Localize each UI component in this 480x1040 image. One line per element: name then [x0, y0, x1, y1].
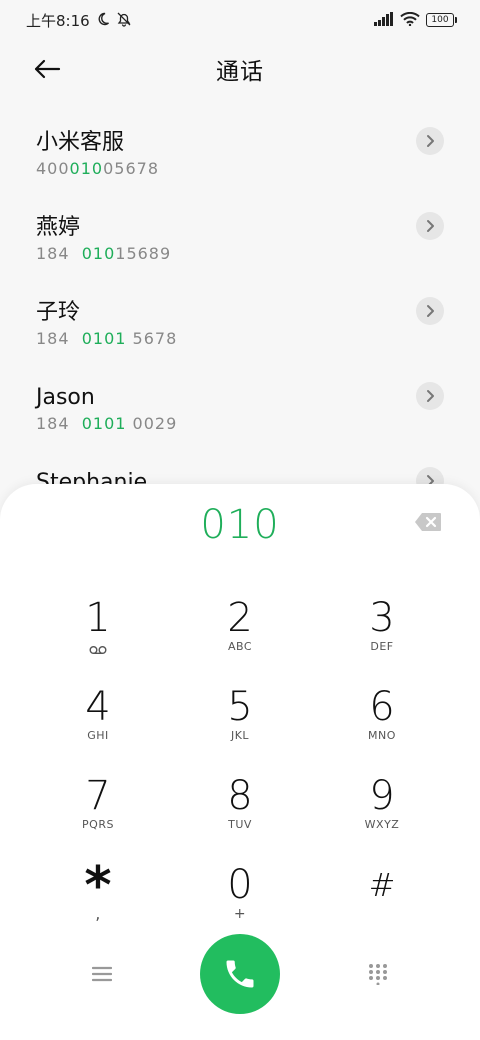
- number-match: 010: [81, 244, 116, 263]
- key-4[interactable]: 4 GHI: [27, 679, 169, 768]
- key-letters: GHI: [87, 729, 109, 742]
- key-digit: 6: [369, 684, 395, 730]
- phone-icon: [226, 960, 254, 988]
- contact-item[interactable]: Jason 184 0101 0029: [0, 367, 480, 452]
- key-3[interactable]: 3 DEF: [311, 590, 453, 679]
- key-5[interactable]: 5 JKL: [169, 679, 311, 768]
- keypad-toggle-button[interactable]: [362, 958, 394, 990]
- number-prefix: 184: [36, 244, 82, 263]
- contact-list: 小米客服 40001005678 燕婷 184 01015689 子玲 184 …: [0, 112, 480, 537]
- contact-detail-button[interactable]: [416, 297, 444, 325]
- contact-number: 184 0101 5678: [36, 328, 444, 350]
- contact-detail-button[interactable]: [416, 127, 444, 155]
- key-9[interactable]: 9 WXYZ: [311, 768, 453, 857]
- menu-icon: [92, 966, 112, 982]
- number-prefix: 184: [36, 414, 82, 433]
- key-7[interactable]: 7 PQRS: [27, 768, 169, 857]
- key-digit: 0: [227, 862, 253, 908]
- key-1[interactable]: 1: [27, 590, 169, 679]
- key-digit: 5: [227, 684, 253, 730]
- status-bar: 上午8:16 100: [0, 0, 480, 40]
- key-digit: 8: [227, 773, 253, 819]
- key-digit: 4: [85, 684, 111, 730]
- chevron-right-icon: [427, 220, 434, 232]
- alarm-off-icon: [116, 11, 132, 30]
- key-letters: +: [233, 906, 247, 922]
- key-letters: PQRS: [82, 818, 114, 831]
- key-0[interactable]: 0 +: [169, 857, 311, 946]
- dialpad-icon: [369, 964, 387, 985]
- key-digit: *: [84, 856, 112, 916]
- key-letters: ABC: [227, 640, 253, 653]
- voicemail-icon: [89, 640, 107, 659]
- dialed-number: 010: [200, 502, 280, 548]
- key-digit: 9: [369, 773, 395, 819]
- contact-item[interactable]: 燕婷 184 01015689: [0, 197, 480, 282]
- number-prefix: 184: [36, 329, 82, 348]
- status-time: 上午8:16: [26, 11, 90, 30]
- contact-number: 184 0101 0029: [36, 413, 444, 435]
- backspace-icon: [415, 513, 441, 531]
- backspace-button[interactable]: [414, 512, 442, 532]
- key-8[interactable]: 8 TUV: [169, 768, 311, 857]
- contact-name: Jason: [36, 385, 95, 410]
- dialer-panel: 010 1 2 ABC 3 DEF 4 GHI 5 JKL 6 MNO 7 PQ…: [0, 484, 480, 1040]
- arrow-left-icon: [34, 59, 61, 79]
- menu-button[interactable]: [86, 958, 118, 990]
- number-prefix: 400: [36, 159, 70, 178]
- key-star[interactable]: * ,: [27, 857, 169, 946]
- chevron-right-icon: [427, 390, 434, 402]
- key-digit: 2: [227, 595, 253, 641]
- contact-item[interactable]: 小米客服 40001005678: [0, 112, 480, 197]
- contact-detail-button[interactable]: [416, 212, 444, 240]
- contact-item[interactable]: 子玲 184 0101 5678: [0, 282, 480, 367]
- number-suffix: 0029: [126, 414, 178, 433]
- contact-detail-button[interactable]: [416, 382, 444, 410]
- contact-name: 小米客服: [36, 130, 125, 155]
- header: 通话: [0, 44, 480, 94]
- number-suffix: 05678: [103, 159, 159, 178]
- back-button[interactable]: [30, 52, 64, 86]
- number-match: 0101: [81, 414, 127, 433]
- contact-number: 184 01015689: [36, 243, 444, 265]
- key-hash[interactable]: #: [311, 857, 453, 946]
- chevron-right-icon: [427, 135, 434, 147]
- key-6[interactable]: 6 MNO: [311, 679, 453, 768]
- contact-number: 40001005678: [36, 158, 444, 180]
- signal-icon: [374, 11, 394, 29]
- number-match: 010: [69, 159, 104, 178]
- key-letters: DEF: [370, 640, 394, 653]
- key-digit: 3: [369, 595, 395, 641]
- moon-icon: [96, 12, 110, 29]
- chevron-right-icon: [427, 305, 434, 317]
- battery-icon: 100: [426, 13, 457, 27]
- key-letters: WXYZ: [364, 818, 400, 831]
- contact-name: 子玲: [36, 300, 81, 325]
- status-right: 100: [374, 11, 457, 29]
- key-letters: ,: [95, 904, 101, 923]
- number-match: 0101: [81, 329, 127, 348]
- key-letters: JKL: [230, 729, 250, 742]
- key-digit: 1: [85, 595, 111, 641]
- number-suffix: 15689: [115, 244, 172, 263]
- key-2[interactable]: 2 ABC: [169, 590, 311, 679]
- key-digit: 7: [85, 773, 111, 819]
- key-letters: MNO: [368, 729, 396, 742]
- keypad: 1 2 ABC 3 DEF 4 GHI 5 JKL 6 MNO 7 PQRS 8…: [27, 590, 453, 946]
- wifi-icon: [400, 11, 420, 29]
- status-left: 上午8:16: [26, 10, 132, 31]
- contact-name: 燕婷: [36, 215, 81, 240]
- call-button[interactable]: [200, 934, 280, 1014]
- key-letters: TUV: [228, 818, 252, 831]
- key-digit: #: [368, 866, 396, 904]
- dialer-bottom-bar: [0, 934, 480, 1014]
- number-suffix: 5678: [126, 329, 178, 348]
- page-title: 通话: [216, 59, 264, 85]
